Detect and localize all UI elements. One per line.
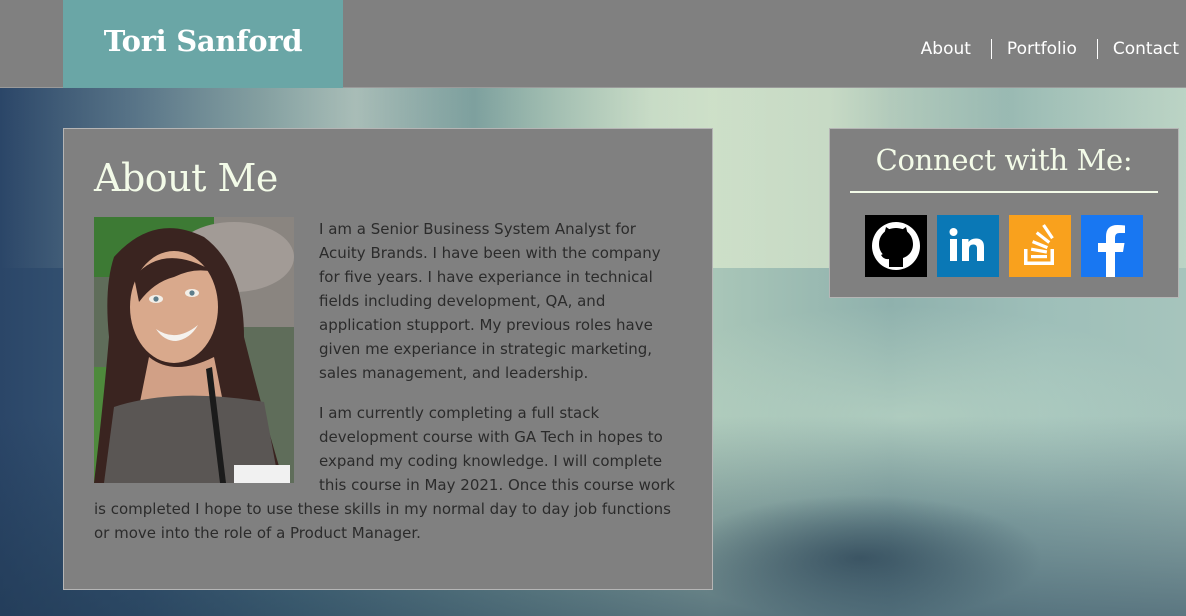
main-nav: About Portfolio Contact	[906, 39, 1179, 59]
github-link[interactable]	[865, 215, 927, 277]
linkedin-link[interactable]	[937, 215, 999, 277]
social-links	[850, 215, 1158, 277]
stackoverflow-link[interactable]	[1009, 215, 1071, 277]
connect-section: Connect with Me:	[829, 128, 1179, 298]
about-title: About Me	[94, 156, 278, 200]
facebook-link[interactable]	[1081, 215, 1143, 277]
nav-link-about[interactable]: About	[906, 39, 971, 59]
site-header: Tori Sanford About Portfolio Contact	[0, 0, 1186, 88]
linkedin-icon	[937, 215, 999, 277]
about-section: About Me I am a Senior Business System A…	[63, 128, 713, 590]
connect-title: Connect with Me:	[850, 141, 1158, 193]
profile-photo-image	[94, 217, 294, 483]
facebook-icon	[1081, 215, 1143, 277]
nav-link-portfolio[interactable]: Portfolio	[990, 39, 1077, 59]
brand-logo-link[interactable]: Tori Sanford	[63, 0, 343, 88]
profile-photo	[94, 217, 294, 483]
stackoverflow-icon	[1009, 215, 1071, 277]
nav-link-contact[interactable]: Contact	[1096, 39, 1179, 59]
github-icon	[865, 215, 927, 277]
